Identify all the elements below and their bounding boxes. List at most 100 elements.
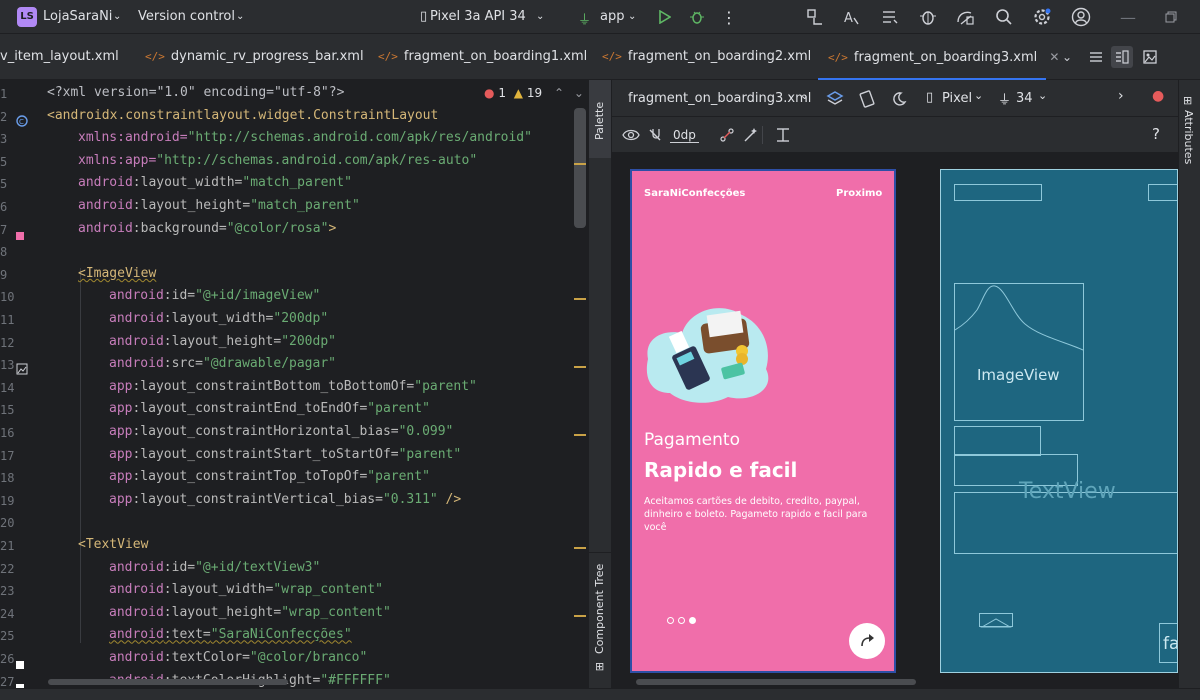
help-icon[interactable]: ? (1152, 125, 1160, 143)
search-icon[interactable] (993, 6, 1015, 28)
code-line[interactable]: app:layout_constraintHorizontal_bias="0.… (109, 424, 453, 439)
default-margin-selector[interactable]: 0dp (670, 128, 699, 143)
run-config-selector[interactable]: app (600, 9, 624, 24)
code-line[interactable]: app:layout_constraintTop_toTopOf="parent… (109, 469, 430, 484)
code-line[interactable]: app:layout_constraintEnd_toEndOf="parent… (109, 401, 430, 416)
restore-window-icon[interactable] (1160, 6, 1182, 28)
code-line[interactable]: <androidx.constraintlayout.widget.Constr… (47, 108, 438, 123)
view-options-eye-icon[interactable] (620, 124, 642, 146)
code-line[interactable]: android:layout_width="200dp" (109, 311, 328, 326)
autoconnect-off-icon[interactable] (644, 124, 666, 146)
minimize-icon[interactable]: — (1117, 6, 1139, 28)
device-chevron-down-icon[interactable]: ⌄ (974, 89, 983, 102)
code-line[interactable]: <TextView (78, 537, 148, 552)
warning-stripe[interactable] (574, 366, 586, 369)
palette-tab[interactable]: Palette (593, 102, 606, 140)
api-chevron-down-icon[interactable]: ⌄ (1038, 89, 1047, 102)
build-icon[interactable] (804, 6, 826, 28)
code-line[interactable]: android:id="@+id/textView3" (109, 560, 320, 575)
device-icon[interactable]: ▯ (420, 9, 427, 24)
code-line[interactable]: android:layout_width="match_parent" (78, 175, 352, 190)
project-chevron-down-icon[interactable]: ⌄ (113, 11, 121, 22)
layout-file-selector[interactable]: fragment_on_boarding3.xml (628, 91, 811, 106)
code-view-icon[interactable] (1085, 46, 1107, 68)
attributes-icon[interactable]: ⊞ (1183, 94, 1192, 107)
clear-constraints-icon[interactable] (716, 124, 738, 146)
next-highlight-icon[interactable]: ⌄ (574, 86, 584, 100)
more-vertical-icon[interactable]: ⋮ (718, 6, 740, 28)
file-chevron-down-icon[interactable]: ⌄ (800, 89, 809, 102)
editor-hscrollbar-thumb[interactable] (48, 679, 288, 685)
settings-gear-icon[interactable] (1031, 6, 1053, 28)
device-selector[interactable]: Pixel 3a API 34 (430, 9, 526, 24)
expand-chevron-right-icon[interactable]: › (1118, 88, 1124, 104)
code-line[interactable]: app:layout_constraintStart_toStartOf="pa… (109, 447, 461, 462)
device-chevron-down-icon[interactable]: ⌄ (536, 11, 544, 22)
device-preview-selector[interactable]: Pixel (942, 91, 972, 106)
project-name[interactable]: LojaSaraNi (43, 9, 112, 24)
app-inspection-icon[interactable] (917, 6, 939, 28)
night-mode-icon[interactable] (888, 88, 910, 110)
logcat-icon[interactable] (879, 6, 901, 28)
code-line[interactable]: android:id="@+id/imageView" (109, 288, 320, 303)
run-config-chevron-down-icon[interactable]: ⌄ (628, 11, 636, 22)
blueprint-preview[interactable]: ImageView TextView fa (940, 169, 1178, 673)
tab-onboarding1[interactable]: </> fragment_on_boarding1.xml (378, 34, 587, 80)
prev-highlight-icon[interactable]: ⌃ (554, 86, 564, 100)
version-control-menu[interactable]: Version control (138, 9, 235, 24)
code-line[interactable]: android:layout_height="wrap_content" (109, 605, 391, 620)
code-line[interactable]: android:background="@color/rosa"> (78, 221, 336, 236)
next-fab[interactable] (849, 623, 885, 659)
component-tree-icon[interactable]: ⊞ (595, 660, 604, 673)
code-line[interactable]: android:textColor="@color/branco" (109, 650, 367, 665)
layers-icon[interactable] (824, 88, 846, 110)
tab-onboarding2[interactable]: </> fragment_on_boarding2.xml (602, 34, 811, 80)
tabs-dropdown-icon[interactable]: ⌄ (1056, 46, 1078, 68)
vcs-chevron-down-icon[interactable]: ⌄ (236, 11, 244, 22)
render-error-icon[interactable]: ● (1152, 88, 1164, 104)
run-icon[interactable] (653, 6, 675, 28)
warning-stripe[interactable] (574, 614, 586, 617)
tab-onboarding3[interactable]: </> fragment_on_boarding3.xml ✕ (818, 34, 1059, 80)
warning-stripe[interactable] (574, 434, 586, 436)
debug-icon[interactable] (686, 6, 708, 28)
warning-stripe[interactable] (574, 162, 586, 165)
inspection-summary[interactable]: ● 1 ▲ 19 ⌃ ⌄ (484, 86, 584, 100)
design-preview-screen[interactable]: SaraNiConfecções Proximo Pagamento Rapid… (630, 169, 896, 673)
code-line[interactable]: android:layout_width="wrap_content" (109, 582, 383, 597)
project-badge[interactable]: LS (17, 7, 37, 27)
code-line[interactable]: android:text="SaraNiConfecções" (109, 627, 352, 642)
code-line[interactable]: xmlns:android="http://schemas.android.co… (78, 130, 532, 145)
code-editor[interactable]: ● 1 ▲ 19 ⌃ ⌄ <?xml version="1.0" encodin… (44, 80, 588, 688)
code-line[interactable]: <ImageView (78, 266, 156, 281)
translate-icon[interactable]: A (840, 6, 862, 28)
tab-dynamic-rv[interactable]: </> dynamic_rv_progress_bar.xml (145, 34, 364, 80)
split-view-icon[interactable] (1111, 46, 1133, 68)
code-line[interactable]: xmlns:app="http://schemas.android.com/ap… (78, 153, 477, 168)
code-line[interactable]: android:layout_height="200dp" (109, 334, 336, 349)
code-line[interactable]: android:src="@drawable/pagar" (109, 356, 336, 371)
editor-scrollbar-thumb[interactable] (574, 108, 586, 228)
component-tree-tab[interactable]: Component Tree (593, 564, 606, 654)
tab-item-layout[interactable]: v_item_layout.xml (0, 34, 119, 80)
designer-hscrollbar-thumb[interactable] (636, 679, 916, 685)
orientation-icon[interactable] (856, 88, 878, 110)
attributes-tab[interactable]: Attributes (1182, 110, 1195, 164)
warning-stripe[interactable] (574, 547, 586, 549)
api-level-selector[interactable]: 34 (1016, 91, 1033, 106)
body-text: Aceitamos cartões de debito, credito, pa… (644, 496, 868, 533)
warning-stripe[interactable] (574, 298, 586, 301)
design-view-icon[interactable] (1139, 46, 1161, 68)
infer-constraints-icon[interactable] (740, 124, 762, 146)
code-line[interactable]: app:layout_constraintVertical_bias="0.31… (109, 492, 461, 507)
code-line[interactable]: app:layout_constraintBottom_toBottomOf="… (109, 379, 477, 394)
code-token: :layout_constraintVertical_bias= (132, 491, 383, 507)
code-line[interactable]: android:layout_height="match_parent" (78, 198, 360, 213)
code-line[interactable]: <?xml version="1.0" encoding="utf-8"?> (47, 85, 344, 100)
device-manager-icon[interactable] (954, 6, 976, 28)
account-icon[interactable] (1070, 6, 1092, 28)
next-button[interactable]: Proximo (836, 188, 882, 199)
code-token: :layout_width= (163, 582, 274, 598)
code-token: "parent" (414, 378, 477, 394)
guidelines-icon[interactable] (772, 124, 794, 146)
